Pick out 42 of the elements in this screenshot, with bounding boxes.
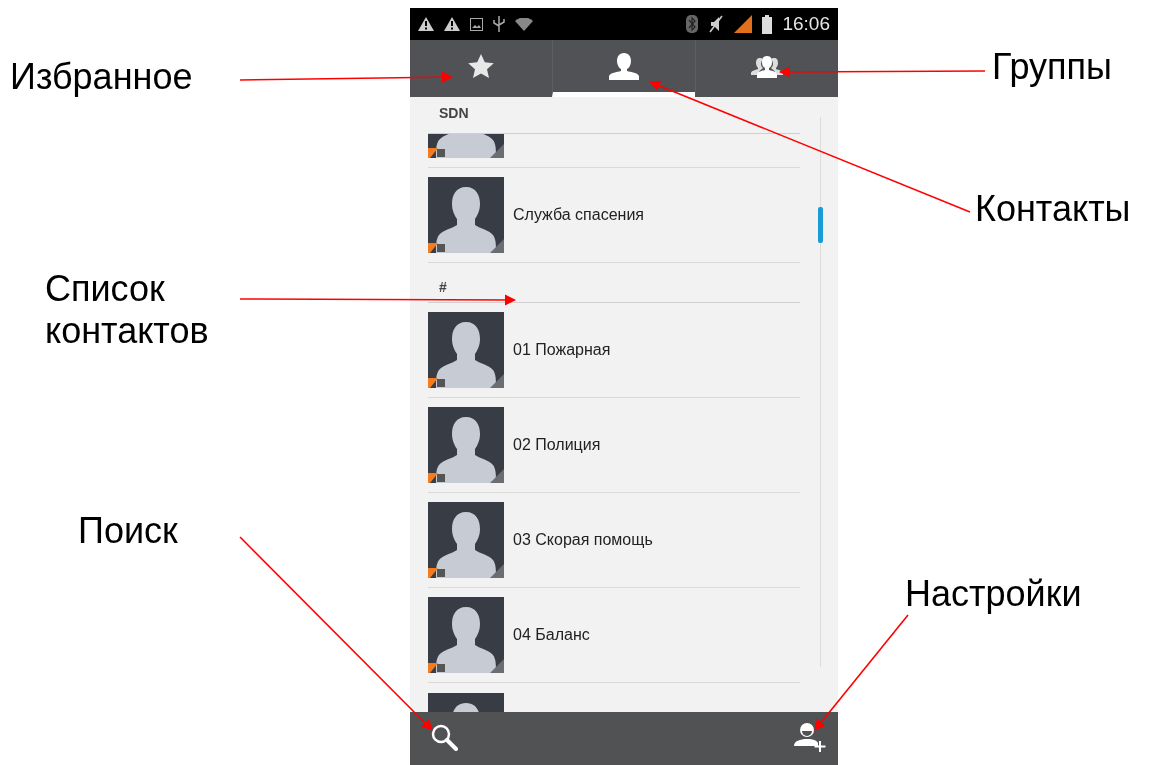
search-icon <box>430 723 458 751</box>
image-icon <box>470 17 483 31</box>
contact-row[interactable]: Служба спасения <box>428 168 800 263</box>
usb-icon <box>493 16 505 32</box>
warning-icon <box>418 17 434 31</box>
search-button[interactable] <box>430 723 458 754</box>
annotation-label: Контакты <box>975 188 1131 230</box>
annotation-label: Список контактов <box>45 268 210 352</box>
signal-icon <box>734 15 753 33</box>
mute-icon <box>708 15 725 33</box>
annotation-label: Группы <box>992 46 1112 88</box>
warning-icon <box>444 17 460 31</box>
contact-name: Служба спасения <box>513 206 644 224</box>
annotation-label: Поиск <box>78 510 178 552</box>
battery-icon <box>762 14 773 34</box>
annotation-label: Настройки <box>905 573 1082 615</box>
contact-row[interactable]: 03 Скорая помощь <box>428 493 800 588</box>
avatar-silhouette-icon <box>428 312 504 388</box>
section-header: SDN <box>439 105 469 121</box>
avatar-silhouette-icon <box>428 597 504 673</box>
avatar-silhouette-icon <box>428 177 504 253</box>
add-contact-button[interactable] <box>794 722 826 755</box>
contact-row[interactable]: 02 Полиция <box>428 398 800 493</box>
person-icon <box>609 52 639 80</box>
bluetooth-icon <box>686 15 699 33</box>
contact-name: 04 Баланс <box>513 626 590 644</box>
contact-row[interactable] <box>428 134 800 168</box>
group-icon <box>751 54 783 78</box>
contact-name: 01 Пожарная <box>513 341 611 359</box>
avatar-silhouette-icon <box>428 502 504 578</box>
wifi-icon <box>515 17 533 31</box>
contact-row[interactable]: 04 Баланс <box>428 588 800 683</box>
status-time: 16:06 <box>782 13 830 35</box>
section-header: # <box>439 279 447 295</box>
star-icon <box>468 53 494 79</box>
avatar-silhouette-icon <box>428 407 504 483</box>
contact-name: 02 Полиция <box>513 436 601 454</box>
annotation-label: Избранное <box>10 56 193 98</box>
contact-name: 03 Скорая помощь <box>513 531 653 549</box>
add-person-icon <box>794 722 826 752</box>
scrollbar-thumb[interactable] <box>818 207 823 243</box>
contact-row[interactable]: 01 Пожарная <box>428 303 800 398</box>
